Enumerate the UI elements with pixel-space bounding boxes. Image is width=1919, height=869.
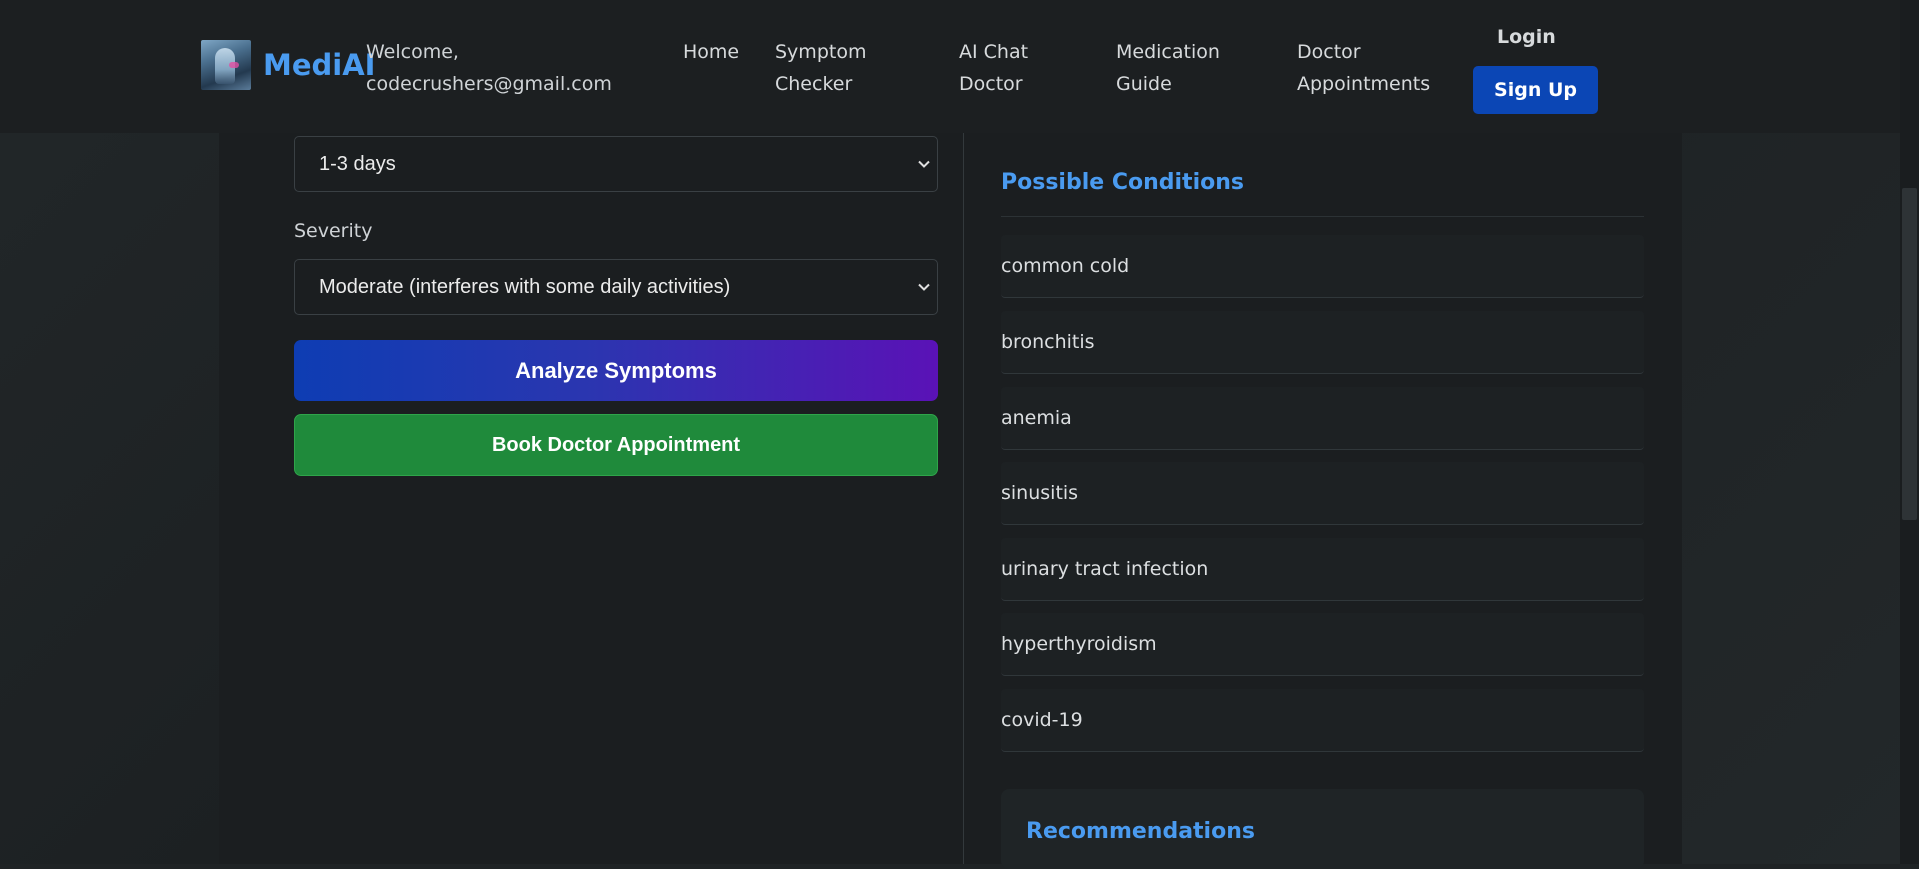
nav-symptom-checker[interactable]: Symptom Checker <box>775 36 866 100</box>
nav-symptom-checker-line2: Checker <box>775 73 853 95</box>
nav-home[interactable]: Home <box>683 36 739 68</box>
duration-select[interactable]: 1-3 days <box>294 136 938 192</box>
column-divider <box>963 133 964 864</box>
user-email: codecrushers@gmail.com <box>366 73 612 95</box>
nav-medication-guide-line1: Medication <box>1116 41 1220 63</box>
logo-image[interactable] <box>201 40 251 90</box>
nav-home-label: Home <box>683 41 740 63</box>
recommendations-title: Recommendations <box>1026 819 1255 844</box>
condition-item: covid-19 <box>1001 689 1644 752</box>
welcome-greeting: Welcome, <box>366 41 459 63</box>
nav-doctor-appointments-line1: Doctor <box>1297 41 1361 63</box>
top-navbar: MediAI Welcome, codecrushers@gmail.com H… <box>0 0 1900 133</box>
nav-ai-chat-doctor-line1: AI Chat <box>959 41 1029 63</box>
book-appointment-button[interactable]: Book Doctor Appointment <box>294 414 938 476</box>
nav-ai-chat-doctor-line2: Doctor <box>959 73 1023 95</box>
logo-accent <box>229 62 239 68</box>
possible-conditions-title: Possible Conditions <box>1001 170 1244 195</box>
nav-doctor-appointments-line2: Appointments <box>1297 73 1431 95</box>
condition-item: sinusitis <box>1001 462 1644 525</box>
nav-symptom-checker-line1: Symptom <box>775 41 867 63</box>
condition-item: urinary tract infection <box>1001 538 1644 601</box>
duration-selected-value: 1-3 days <box>319 152 396 175</box>
severity-selected-value: Moderate (interferes with some daily act… <box>319 275 731 298</box>
analyze-symptoms-button[interactable]: Analyze Symptoms <box>294 340 938 401</box>
nav-medication-guide-line2: Guide <box>1116 73 1172 95</box>
brand-name[interactable]: MediAI <box>263 48 375 82</box>
condition-item: bronchitis <box>1001 311 1644 374</box>
condition-item: anemia <box>1001 387 1644 450</box>
severity-label: Severity <box>294 220 373 242</box>
welcome-text: Welcome, codecrushers@gmail.com <box>366 36 612 100</box>
recommendations-card: Recommendations <box>1001 789 1644 869</box>
nav-medication-guide[interactable]: Medication Guide <box>1116 36 1220 100</box>
nav-ai-chat-doctor[interactable]: AI Chat Doctor <box>959 36 1028 100</box>
signup-button[interactable]: Sign Up <box>1473 66 1598 114</box>
severity-select[interactable]: Moderate (interferes with some daily act… <box>294 259 938 315</box>
title-divider <box>1001 216 1644 217</box>
chevron-down-icon <box>918 283 930 291</box>
condition-item: common cold <box>1001 235 1644 298</box>
condition-item: hyperthyroidism <box>1001 613 1644 676</box>
nav-doctor-appointments[interactable]: Doctor Appointments <box>1297 36 1430 100</box>
scrollbar-thumb[interactable] <box>1902 188 1917 520</box>
login-link[interactable]: Login <box>1497 26 1556 48</box>
chevron-down-icon <box>918 160 930 168</box>
